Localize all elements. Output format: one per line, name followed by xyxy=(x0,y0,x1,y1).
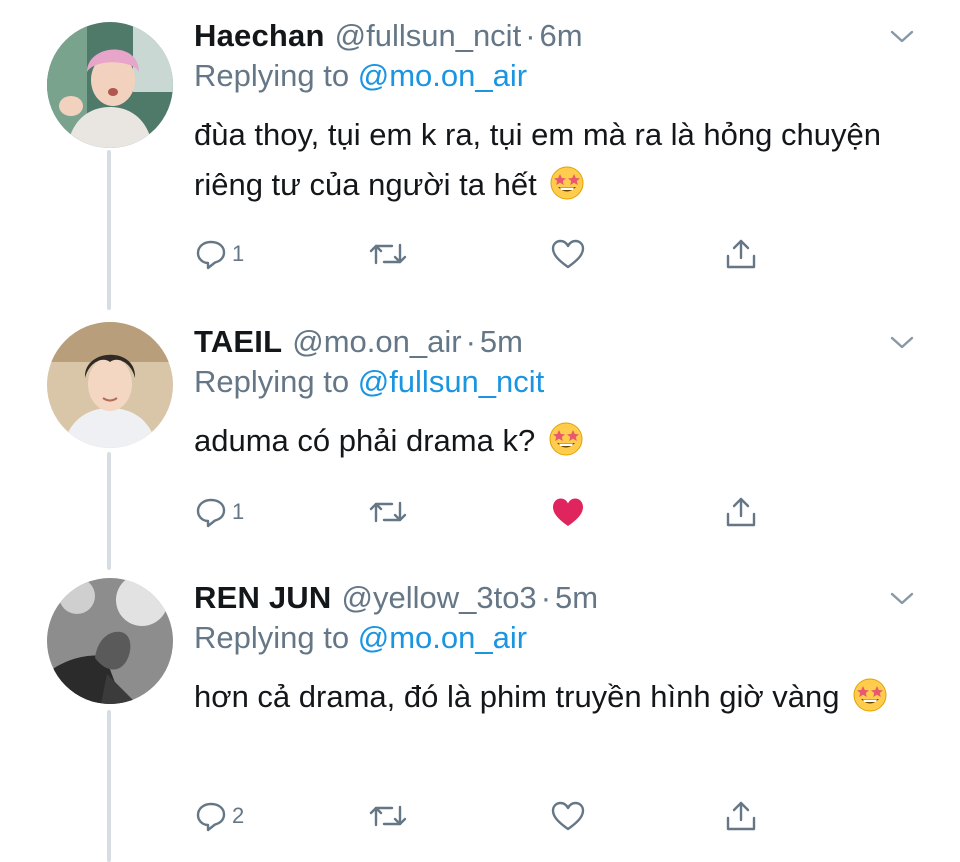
tweet-body: aduma có phải drama k? xyxy=(194,423,536,458)
display-name[interactable]: REN JUN xyxy=(194,580,331,616)
timestamp[interactable]: 5m xyxy=(555,580,598,616)
reply-icon xyxy=(196,240,226,270)
retweet-icon xyxy=(369,805,407,827)
replying-to-mention[interactable]: @mo.on_air xyxy=(358,620,527,655)
reply-count: 1 xyxy=(232,499,245,524)
retweet-button[interactable] xyxy=(368,492,408,532)
reply-button[interactable]: 1 xyxy=(194,492,244,532)
separator: · xyxy=(525,18,536,53)
separator: · xyxy=(540,580,552,615)
reply-count: 1 xyxy=(232,241,245,266)
chevron-down-icon[interactable] xyxy=(886,582,918,614)
tweet[interactable]: TAEIL @mo.on_air · 5m Replying to @fulls… xyxy=(0,322,960,542)
reply-count: 2 xyxy=(232,803,245,828)
timestamp[interactable]: 5m xyxy=(480,324,523,360)
star-struck-emoji-icon xyxy=(550,166,584,200)
display-name[interactable]: TAEIL xyxy=(194,324,282,360)
replying-to: Replying to @mo.on_air xyxy=(194,58,527,94)
separator: · xyxy=(465,324,476,359)
retweet-button[interactable] xyxy=(368,796,408,836)
reply-icon xyxy=(196,802,226,832)
tweet-text: đùa thoy, tụi em k ra, tụi em mà ra là h… xyxy=(194,110,914,210)
replying-to-label: Replying to xyxy=(194,58,350,93)
avatar[interactable] xyxy=(47,22,173,148)
timestamp[interactable]: 6m xyxy=(540,18,583,54)
like-button[interactable] xyxy=(550,796,586,836)
tweet-body: đùa thoy, tụi em k ra, tụi em mà ra là h… xyxy=(194,117,881,202)
tweet[interactable]: Haechan @fullsun_ncit · 6m Replying to @… xyxy=(0,16,960,286)
retweet-icon xyxy=(369,501,407,523)
tweet-text: aduma có phải drama k? xyxy=(194,416,914,466)
user-handle[interactable]: @fullsun_ncit xyxy=(335,18,522,54)
like-button[interactable] xyxy=(550,234,586,274)
retweet-icon xyxy=(369,243,407,265)
reply-button[interactable]: 2 xyxy=(194,796,244,836)
reply-button[interactable]: 1 xyxy=(194,234,244,274)
replying-to: Replying to @fullsun_ncit xyxy=(194,364,544,400)
reply-icon xyxy=(196,498,226,528)
replying-to: Replying to @mo.on_air xyxy=(194,620,527,656)
share-button[interactable] xyxy=(724,492,758,532)
action-bar: 1 xyxy=(194,234,794,274)
tweet[interactable]: REN JUN @yellow_3to3 · 5m Replying to @m… xyxy=(0,578,960,862)
heart-outline-icon xyxy=(551,239,585,269)
share-icon xyxy=(726,239,756,269)
replying-to-label: Replying to xyxy=(194,620,350,655)
retweet-button[interactable] xyxy=(368,234,408,274)
user-handle[interactable]: @mo.on_air xyxy=(292,324,461,360)
star-struck-emoji-icon xyxy=(853,678,887,712)
avatar[interactable] xyxy=(47,578,173,704)
action-bar: 1 xyxy=(194,492,794,532)
heart-outline-icon xyxy=(551,801,585,831)
display-name[interactable]: Haechan xyxy=(194,18,325,54)
action-bar: 2 xyxy=(194,796,794,836)
user-handle[interactable]: @yellow_3to3 xyxy=(341,580,536,616)
like-button[interactable] xyxy=(550,492,586,532)
share-icon xyxy=(726,497,756,527)
share-icon xyxy=(726,801,756,831)
tweet-text: hơn cả drama, đó là phim truyền hình giờ… xyxy=(194,672,914,722)
star-struck-emoji-icon xyxy=(549,422,583,456)
replying-to-label: Replying to xyxy=(194,364,350,399)
replying-to-mention[interactable]: @mo.on_air xyxy=(358,58,527,93)
share-button[interactable] xyxy=(724,796,758,836)
tweet-body: hơn cả drama, đó là phim truyền hình giờ… xyxy=(194,679,840,714)
share-button[interactable] xyxy=(724,234,758,274)
chevron-down-icon[interactable] xyxy=(886,20,918,52)
replying-to-mention[interactable]: @fullsun_ncit xyxy=(358,364,545,399)
avatar[interactable] xyxy=(47,322,173,448)
heart-filled-icon xyxy=(553,498,583,526)
chevron-down-icon[interactable] xyxy=(886,326,918,358)
